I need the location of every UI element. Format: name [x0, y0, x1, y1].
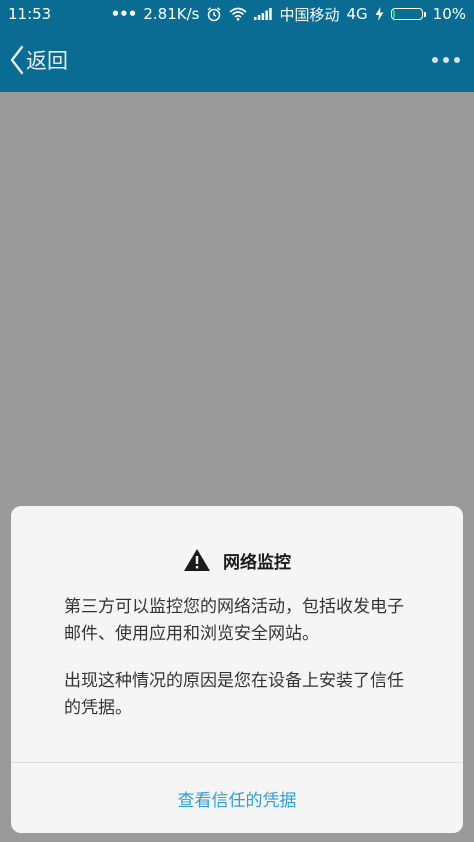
chevron-left-icon [10, 45, 24, 75]
dialog-message: 第三方可以监控您的网络活动，包括收发电子邮件、使用应用和浏览安全网站。 出现这种… [64, 594, 414, 742]
battery-fill [392, 10, 396, 18]
back-button[interactable]: 返回 [0, 28, 78, 92]
network-monitoring-dialog: 网络监控 第三方可以监控您的网络活动，包括收发电子邮件、使用应用和浏览安全网站。… [11, 506, 463, 833]
network-speed: 2.81K/s [143, 5, 200, 23]
signal-icon [254, 8, 273, 20]
back-label: 返回 [26, 49, 68, 73]
status-bar: 11:53 ••• 2.81K/s 中国移动 4G 10% [0, 0, 474, 28]
alarm-icon [206, 6, 222, 22]
carrier-name: 中国移动 [279, 5, 340, 24]
view-trusted-credentials-button[interactable]: 查看信任的凭据 [11, 763, 463, 833]
status-time: 11:53 [8, 5, 52, 23]
network-type: 4G [346, 5, 368, 23]
notification-dots: ••• [110, 5, 138, 23]
battery-percent: 10% [432, 5, 466, 23]
dialog-header: 网络监控 [11, 542, 463, 578]
warning-icon [183, 548, 211, 572]
wifi-icon [229, 7, 247, 21]
more-icon[interactable] [428, 28, 464, 92]
charging-icon [375, 7, 384, 21]
dialog-paragraph: 第三方可以监控您的网络活动，包括收发电子邮件、使用应用和浏览安全网站。 [64, 597, 404, 644]
status-right-group: ••• 2.81K/s 中国移动 4G 10% [111, 4, 466, 25]
battery-icon [390, 8, 426, 20]
top-app-bar: 返回 [0, 28, 474, 92]
dialog-paragraph: 出现这种情况的原因是您在设备上安装了信任的凭据。 [64, 671, 404, 718]
dialog-title: 网络监控 [223, 552, 291, 573]
